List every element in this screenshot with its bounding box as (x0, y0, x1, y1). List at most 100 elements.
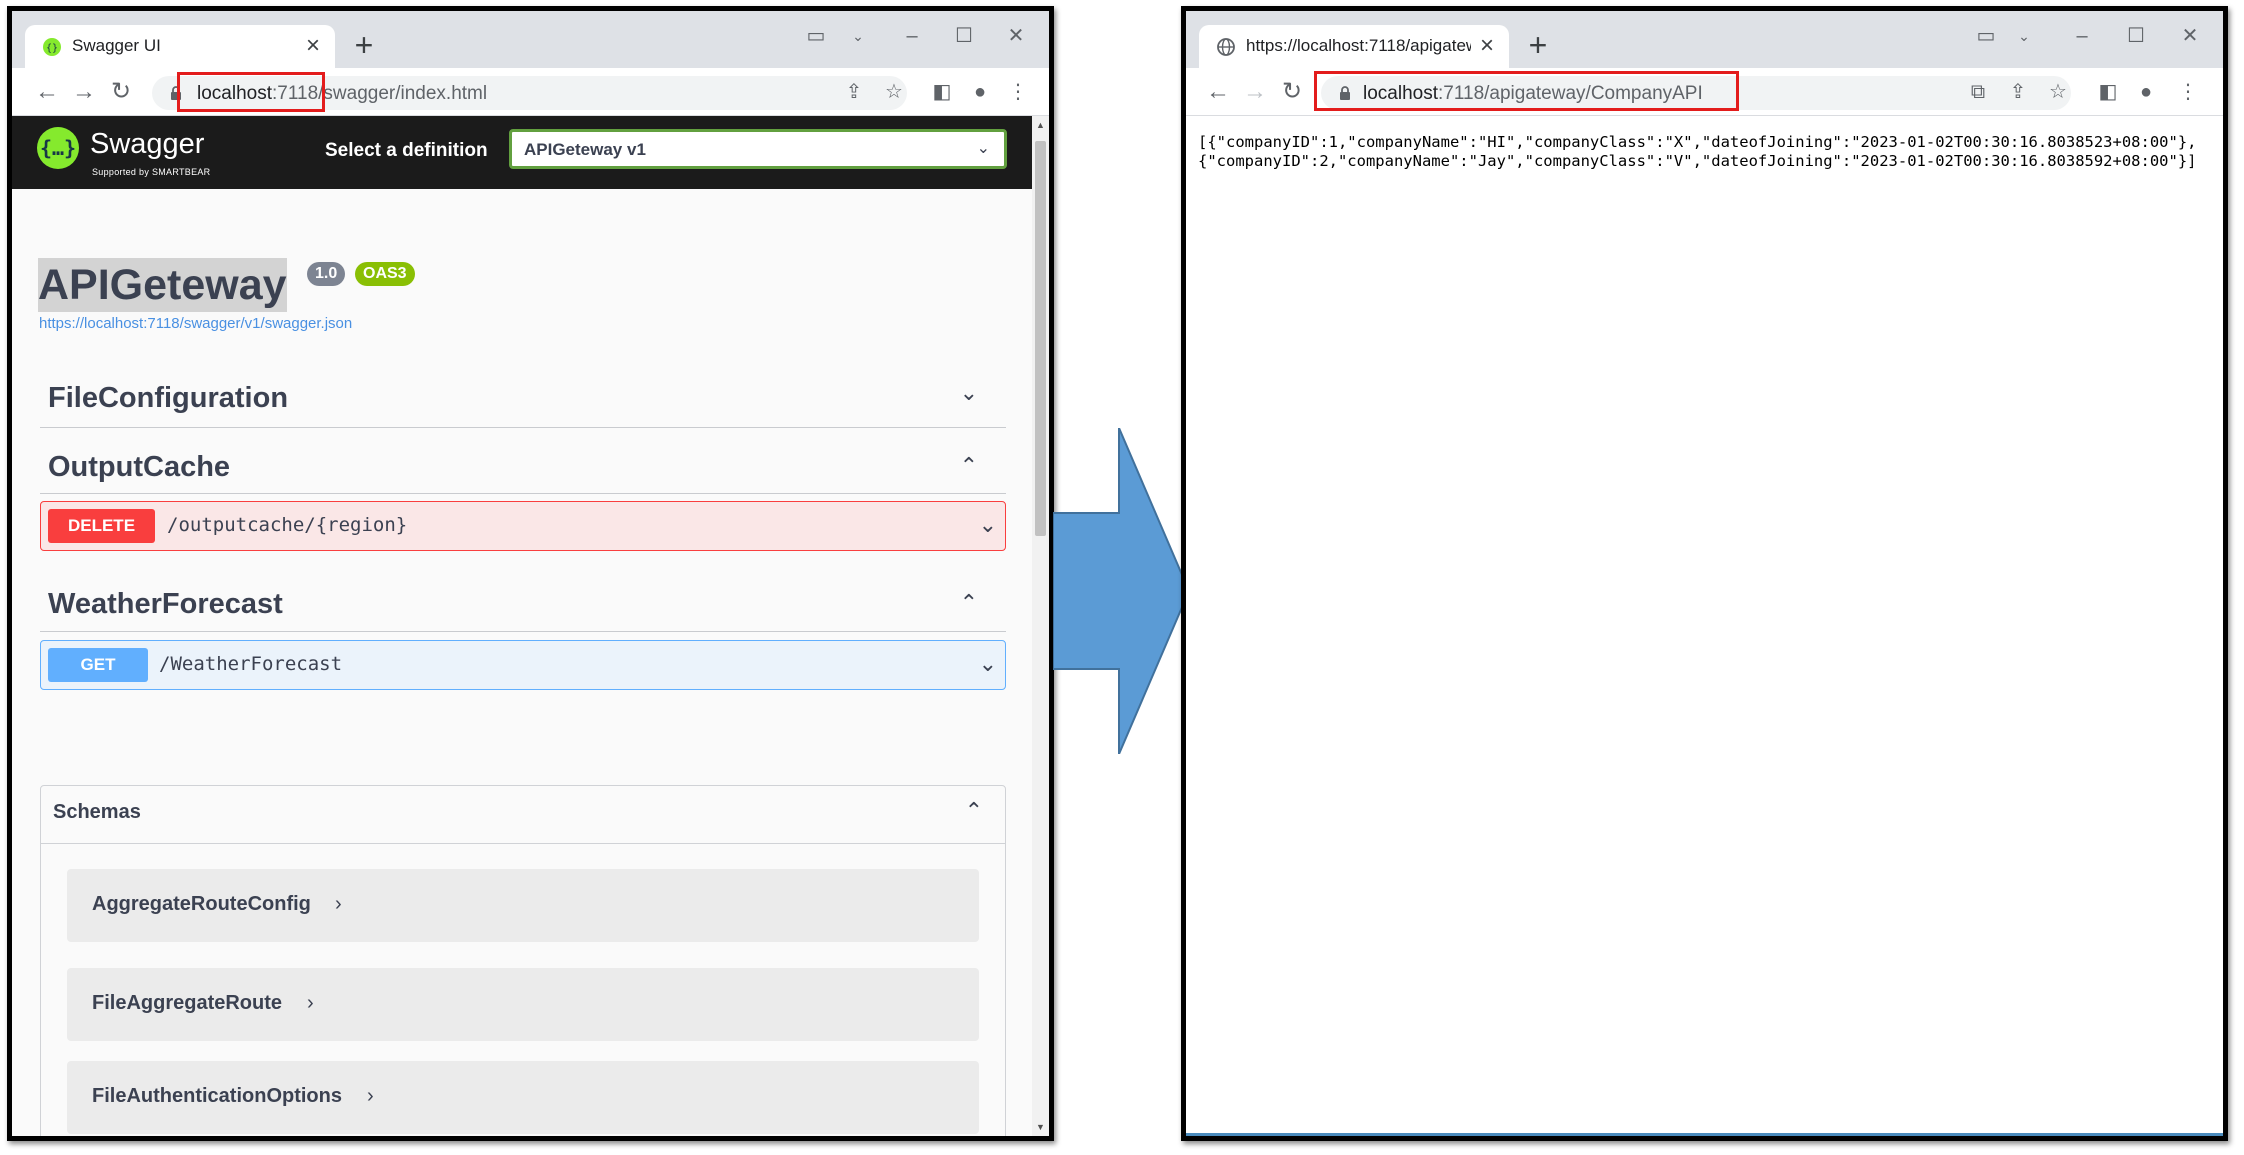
maximize-icon[interactable]: ☐ (944, 21, 984, 51)
close-tab-icon[interactable]: × (301, 32, 325, 60)
scroll-up-icon[interactable]: ▲ (1032, 120, 1049, 130)
tab-strip: https://localhost:7118/apigateway/Compan… (1186, 11, 2223, 68)
tag-outputcache[interactable]: OutputCache ⌃ (40, 431, 1006, 494)
tab-companyapi[interactable]: https://localhost:7118/apigateway/Compan… (1199, 25, 1509, 68)
tab-strip: {} Swagger UI × + ▭ ⌄ – ☐ ✕ (12, 11, 1049, 68)
menu-icon[interactable]: ⋮ (1002, 76, 1034, 108)
definition-select[interactable]: APIGeteway v1 ⌄ (509, 129, 1007, 169)
minimize-icon[interactable]: – (892, 21, 932, 51)
spec-url-link[interactable]: https://localhost:7118/swagger/v1/swagge… (39, 315, 352, 332)
lock-icon (1340, 86, 1350, 100)
close-window-icon[interactable]: ✕ (996, 21, 1036, 51)
profile-icon[interactable]: ● (964, 76, 996, 108)
browser-window-companyapi: https://localhost:7118/apigateway/Compan… (1181, 6, 2228, 1141)
browser-toolbar: ← → ↻ localhost:7118/swagger/index.html … (12, 68, 1049, 116)
chevron-up-icon[interactable]: ⌃ (960, 590, 978, 616)
page-bottom-border (1186, 1133, 2223, 1136)
chevron-down-icon: ⌄ (976, 140, 990, 157)
schemas-section: Schemas ⌃ AggregateRouteConfig › FileAgg… (40, 785, 1006, 1136)
swagger-favicon: {} (43, 38, 61, 56)
chevron-down-icon[interactable]: ⌄ (979, 512, 997, 538)
swagger-brand-sub: Supported by SMARTBEAR (92, 167, 211, 177)
model-fileauthenticationoptions[interactable]: FileAuthenticationOptions › (67, 1061, 979, 1134)
tab-search-icon[interactable]: ▭ (1966, 21, 2006, 51)
model-name: FileAuthenticationOptions (92, 1085, 342, 1107)
translate-icon[interactable]: ⧉ (1962, 76, 1994, 108)
chevron-right-icon: › (307, 992, 314, 1014)
screenshot-canvas: {} Swagger UI × + ▭ ⌄ – ☐ ✕ ← → ↻ localh… (0, 0, 2244, 1155)
scroll-down-icon[interactable]: ▼ (1032, 1122, 1049, 1132)
forward-icon[interactable]: → (69, 77, 99, 107)
chevron-down-icon[interactable]: ⌄ (960, 380, 978, 406)
new-tab-icon[interactable]: + (1520, 25, 1556, 65)
tag-name: WeatherForecast (48, 588, 283, 620)
share-icon[interactable]: ⇪ (2002, 76, 2034, 108)
model-aggregaterouteconfig[interactable]: AggregateRouteConfig › (67, 869, 979, 942)
operation-get-weatherforecast[interactable]: GET /WeatherForecast ⌄ (40, 640, 1006, 690)
share-icon[interactable]: ⇪ (838, 76, 870, 108)
new-tab-icon[interactable]: + (346, 25, 382, 65)
back-icon[interactable]: ← (1203, 77, 1233, 107)
arrow-right-icon (1053, 428, 1189, 754)
address-bar[interactable]: localhost:7118/apigateway/CompanyAPI (1321, 76, 2071, 110)
method-badge-get: GET (48, 648, 148, 682)
schemas-title: Schemas (53, 801, 141, 823)
profile-icon[interactable]: ● (2130, 76, 2162, 108)
address-text: localhost:7118/swagger/index.html (197, 83, 488, 104)
definition-label: Select a definition (325, 140, 488, 161)
tab-search-icon[interactable]: ▭ (796, 21, 836, 51)
method-badge-delete: DELETE (48, 509, 155, 543)
sidepanel-icon[interactable]: ◧ (926, 76, 958, 108)
menu-icon[interactable]: ⋮ (2172, 76, 2204, 108)
chevron-down-icon[interactable]: ⌄ (2004, 21, 2044, 51)
oas-badge: OAS3 (355, 262, 415, 286)
swagger-brand: Swagger (90, 128, 205, 160)
star-icon[interactable]: ☆ (878, 76, 910, 108)
browser-window-swagger: {} Swagger UI × + ▭ ⌄ – ☐ ✕ ← → ↻ localh… (7, 6, 1054, 1141)
json-response-page: [{"companyID":1,"companyName":"HI","comp… (1186, 116, 2223, 1136)
page-scrollbar[interactable]: ▲ ▼ (1032, 116, 1049, 1136)
swagger-logo-icon[interactable]: {…} (37, 127, 79, 169)
tag-name: OutputCache (48, 451, 231, 483)
chevron-right-icon: › (367, 1085, 374, 1107)
json-line: [{"companyID":1,"companyName":"HI","comp… (1198, 133, 2197, 151)
tab-swagger-ui[interactable]: {} Swagger UI × (25, 25, 335, 68)
tag-name: FileConfiguration (48, 382, 289, 414)
address-text: localhost:7118/apigateway/CompanyAPI (1363, 83, 1703, 104)
json-response-text: [{"companyID":1,"companyName":"HI","comp… (1198, 133, 2197, 171)
address-bar[interactable]: localhost:7118/swagger/index.html (152, 76, 907, 110)
maximize-icon[interactable]: ☐ (2116, 21, 2156, 51)
chevron-down-icon[interactable]: ⌄ (838, 21, 878, 51)
reload-icon[interactable]: ↻ (1277, 77, 1307, 107)
minimize-icon[interactable]: – (2062, 21, 2102, 51)
tag-weatherforecast[interactable]: WeatherForecast ⌃ (40, 568, 1006, 632)
chevron-down-icon[interactable]: ⌄ (979, 651, 997, 677)
tab-title: Swagger UI (72, 36, 161, 55)
swagger-topbar: {…} Swagger Supported by SMARTBEAR Selec… (12, 116, 1032, 189)
schemas-header[interactable]: Schemas ⌃ (41, 786, 1005, 844)
version-badge: 1.0 (307, 262, 346, 286)
forward-icon: → (1243, 78, 1267, 105)
chevron-up-icon[interactable]: ⌃ (960, 453, 978, 479)
star-icon[interactable]: ☆ (2042, 76, 2074, 108)
model-name: AggregateRouteConfig (92, 893, 311, 915)
close-window-icon[interactable]: ✕ (2170, 21, 2210, 51)
svg-text:{}: {} (46, 43, 58, 54)
back-icon[interactable]: ← (32, 77, 62, 107)
chevron-up-icon[interactable]: ⌃ (965, 798, 983, 824)
model-fileaggregateroute[interactable]: FileAggregateRoute › (67, 968, 979, 1041)
sidepanel-icon[interactable]: ◧ (2092, 76, 2124, 108)
browser-toolbar: ← → ↻ localhost:7118/apigateway/CompanyA… (1186, 68, 2223, 116)
operation-delete-outputcache[interactable]: DELETE /outputcache/{region} ⌄ (40, 501, 1006, 551)
api-title: APIGeteway (38, 258, 287, 312)
model-name: FileAggregateRoute (92, 992, 283, 1014)
globe-icon (1217, 38, 1235, 56)
scroll-thumb[interactable] (1035, 141, 1046, 536)
json-line: {"companyID":2,"companyName":"Jay","comp… (1198, 152, 2197, 170)
chevron-right-icon: › (335, 893, 342, 915)
tag-fileconfiguration[interactable]: FileConfiguration ⌄ (40, 362, 1006, 428)
definition-select-value: APIGeteway v1 (524, 140, 646, 159)
close-tab-icon[interactable]: × (1475, 32, 1499, 60)
lock-icon (171, 86, 181, 100)
reload-icon[interactable]: ↻ (106, 77, 136, 107)
